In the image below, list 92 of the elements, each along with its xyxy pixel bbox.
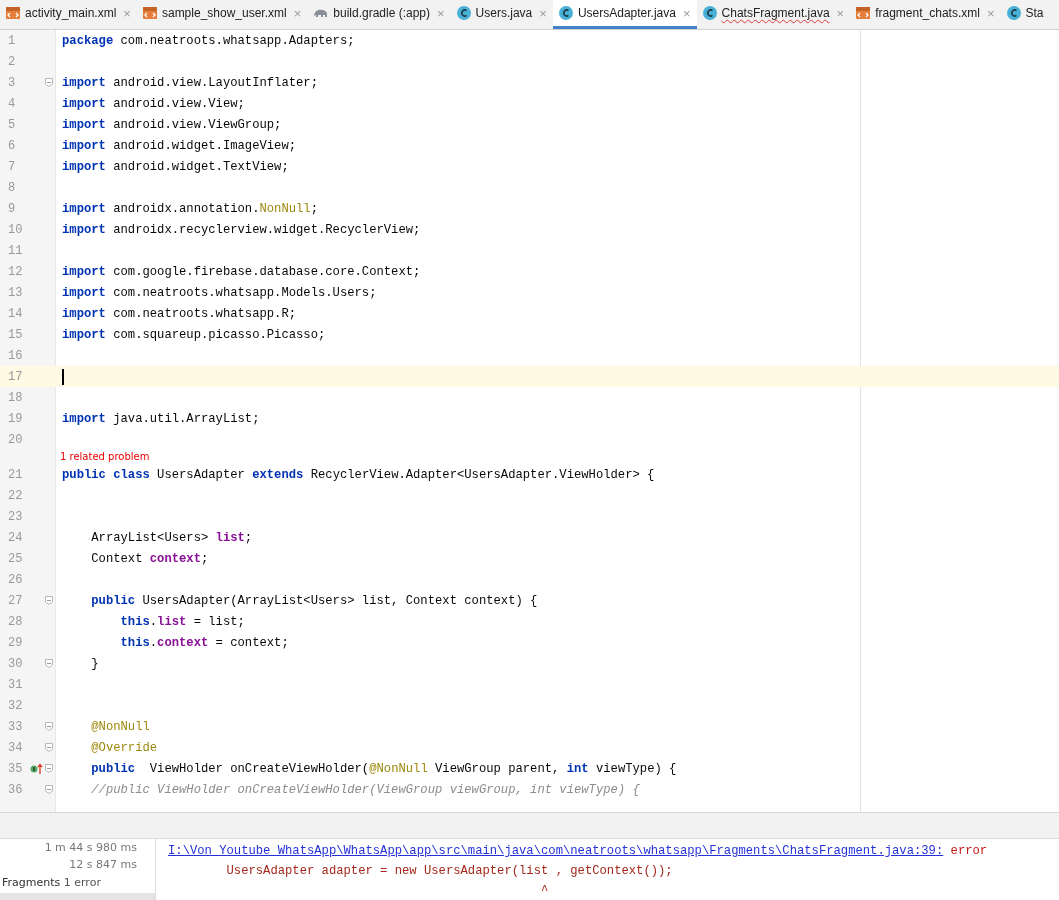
editor-tab[interactable]: sample_show_user.xml × — [136, 0, 308, 29]
line-number: 21 — [7, 467, 24, 482]
line-number: 23 — [7, 509, 24, 524]
build-duration: 1 m 44 s 980 ms — [44, 841, 137, 854]
code-line: public ViewHolder onCreateViewHolder(@NonNull ViewGroup parent, int viewType) { — [90, 761, 677, 776]
class-icon — [557, 5, 574, 21]
code-line: @NonNull — [90, 719, 150, 734]
line-number: 26 — [7, 572, 24, 587]
code-line: import com.neatroots.whatsapp.Models.Users; — [61, 285, 377, 300]
editor-tab[interactable]: UsersAdapter.java × — [552, 0, 697, 29]
xml-file-icon — [141, 5, 158, 21]
line-number: 34 — [7, 740, 24, 755]
line-number: 25 — [7, 551, 24, 566]
line-number: 6 — [7, 138, 17, 153]
line-number: 2 — [7, 54, 17, 69]
code-line: import com.squareup.picasso.Picasso; — [61, 327, 326, 342]
line-number: 36 — [7, 782, 24, 797]
fold-icon[interactable] — [44, 742, 54, 753]
line-number: 10 — [7, 222, 24, 237]
code-line: public class UsersAdapter extends RecyclerView.Adapter<UsersAdapter.ViewHolder> { — [61, 467, 655, 482]
problem-hint[interactable]: 1 related problem — [60, 451, 150, 462]
code-line: //public ViewHolder onCreateViewHolder(ViewGroup viewGroup, int viewType) { — [90, 782, 640, 797]
code-line: } — [90, 656, 99, 671]
line-number: 33 — [7, 719, 24, 734]
fold-icon[interactable] — [44, 784, 54, 795]
code-line: this.context = context; — [119, 635, 289, 650]
fold-icon[interactable] — [44, 77, 54, 88]
line-number: 22 — [7, 488, 24, 503]
code-line: import android.widget.ImageView; — [61, 138, 297, 153]
line-number: 3 — [7, 75, 17, 90]
class-icon — [701, 5, 718, 21]
line-number: 14 — [7, 306, 24, 321]
editor-tab[interactable]: fragment_chats.xml × — [850, 0, 1001, 29]
line-number: 12 — [7, 264, 24, 279]
line-number: 28 — [7, 614, 24, 629]
code-line: Context context; — [90, 551, 209, 566]
line-number: 32 — [7, 698, 24, 713]
code-line: import android.widget.TextView; — [61, 159, 289, 174]
fold-icon[interactable] — [44, 595, 54, 606]
line-number: 19 — [7, 411, 24, 426]
code-line: ArrayList<Users> list; — [90, 530, 253, 545]
build-tree-item[interactable]: Fragments — [2, 876, 61, 889]
line-number: 18 — [7, 390, 24, 405]
file-link[interactable]: I:\Von Youtube WhatsApp\WhatsApp\app\src\main\java\com\neatroots\whatsapp\Fragments\ChatsFragment.java:39: — [168, 844, 944, 858]
code-line: import android.view.LayoutInflater; — [61, 75, 318, 90]
code-line: import java.util.ArrayList; — [61, 411, 260, 426]
code-line: @Override — [90, 740, 158, 755]
xml-file-icon — [855, 5, 872, 21]
line-number: 31 — [7, 677, 24, 692]
line-number: 15 — [7, 327, 24, 342]
fold-icon[interactable] — [44, 721, 54, 732]
editor-tab[interactable]: build.gradle (:app) × — [307, 0, 451, 29]
line-number: 1 — [7, 33, 17, 48]
line-number: 17 — [7, 369, 24, 384]
code-line: import androidx.annotation.NonNull; — [61, 201, 318, 216]
build-duration: 12 s 847 ms — [69, 858, 137, 871]
code-line: import androidx.recyclerview.widget.RecyclerView; — [61, 222, 421, 237]
error-label: error — [950, 844, 988, 858]
editor-tab[interactable]: Sta — [1000, 0, 1050, 29]
line-number: 24 — [7, 530, 24, 545]
line-number: 16 — [7, 348, 24, 363]
output-line: ^ — [540, 884, 549, 898]
line-number: 29 — [7, 635, 24, 650]
editor-tab[interactable]: activity_main.xml × — [0, 0, 137, 29]
implements-marker-icon[interactable] — [30, 762, 43, 775]
editor-tab[interactable]: Users.java × — [450, 0, 553, 29]
line-number: 7 — [7, 159, 17, 174]
code-line: import com.google.firebase.database.core.Context; — [61, 264, 421, 279]
class-icon — [1005, 5, 1022, 21]
output-line: UsersAdapter adapter = new UsersAdapter(list , getContext()); — [225, 864, 673, 878]
line-number: 35 — [7, 761, 24, 776]
code-line: package com.neatroots.whatsapp.Adapters; — [61, 33, 355, 48]
line-number: 30 — [7, 656, 24, 671]
code-line: this.list = list; — [119, 614, 245, 629]
line-number: 11 — [7, 243, 24, 258]
line-number: 27 — [7, 593, 24, 608]
error-count: 1 error — [63, 876, 101, 889]
class-icon — [455, 5, 472, 21]
xml-file-icon — [5, 5, 21, 21]
line-number: 5 — [7, 117, 17, 132]
line-number: 13 — [7, 285, 24, 300]
line-number: 9 — [7, 201, 17, 216]
line-number: 4 — [7, 96, 17, 111]
code-line: public UsersAdapter(ArrayList<Users> list, Context context) { — [90, 593, 538, 608]
fold-icon[interactable] — [44, 658, 54, 669]
code-line: import android.view.View; — [61, 96, 245, 111]
editor-tab[interactable]: ChatsFragment.java × — [696, 0, 851, 29]
line-number: 20 — [7, 432, 24, 447]
code-line: import android.view.ViewGroup; — [61, 117, 282, 132]
text-cursor — [62, 368, 64, 385]
line-number: 8 — [7, 180, 17, 195]
code-line: import com.neatroots.whatsapp.R; — [61, 306, 297, 321]
